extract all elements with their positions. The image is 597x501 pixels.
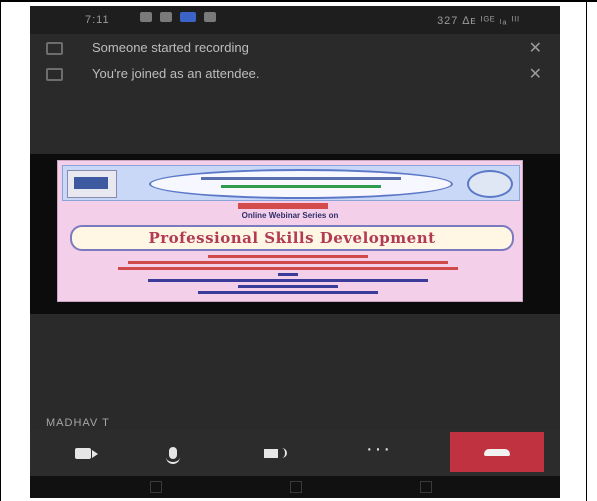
partner-logo [467, 170, 513, 198]
status-indicators: 327 ∆ᴇ ᴵᴳᴱ ₗₐ ᴵᴵᴵ [437, 15, 520, 27]
home-icon[interactable] [290, 481, 302, 493]
slide-title: Professional Skills Development [148, 229, 436, 247]
shared-content-video[interactable]: Online Webinar Series on Professional Sk… [30, 154, 560, 314]
microphone-button[interactable] [138, 436, 208, 470]
notification-recording: Someone started recording ✕ [30, 36, 560, 60]
page-left-rule [0, 0, 1, 501]
institution-logo [67, 170, 117, 198]
mail-icon [204, 12, 216, 22]
end-call-button[interactable] [450, 432, 544, 472]
whatsapp-icon [140, 12, 152, 22]
slide-header [62, 165, 520, 201]
close-icon[interactable]: ✕ [529, 38, 542, 58]
message-icon [160, 12, 172, 22]
notification-text: You're joined as an attendee. [92, 66, 260, 81]
slide-text-line [278, 273, 298, 276]
status-bar: 7:11 327 ∆ᴇ ᴵᴳᴱ ₗₐ ᴵᴵᴵ [30, 6, 560, 34]
call-toolbar: ··· [30, 430, 560, 476]
app-icon [180, 12, 196, 22]
slide-text-line [118, 267, 458, 270]
slide-series-line: Online Webinar Series on [241, 211, 339, 220]
slide-title-box: Professional Skills Development [70, 225, 514, 251]
notification-text: Someone started recording [92, 40, 249, 55]
slide-banner [149, 169, 453, 199]
slide-text-line [238, 285, 338, 288]
status-time: 7:11 [85, 14, 110, 26]
system-nav-bar [30, 476, 560, 498]
close-icon[interactable]: ✕ [529, 64, 542, 84]
more-options-icon: ··· [366, 438, 392, 460]
slide-text-line [128, 261, 448, 264]
record-icon [46, 42, 63, 55]
microphone-icon [166, 447, 180, 464]
notification-attendee: You're joined as an attendee. ✕ [30, 62, 560, 86]
page-right-rule [586, 0, 587, 501]
more-options-button[interactable]: ··· [344, 436, 414, 470]
slide-tag [238, 203, 328, 209]
camera-icon [75, 447, 98, 459]
status-icons [140, 12, 216, 22]
slide-text-line [198, 291, 378, 294]
presentation-slide: Online Webinar Series on Professional Sk… [57, 160, 523, 302]
speaker-button[interactable] [240, 436, 310, 470]
slide-text-line [208, 255, 368, 258]
active-speaker-name: MADHAV T [46, 417, 110, 429]
speaker-icon [263, 448, 287, 458]
recent-apps-icon[interactable] [150, 481, 162, 493]
camera-button[interactable] [48, 436, 118, 470]
meeting-screen: 7:11 327 ∆ᴇ ᴵᴳᴱ ₗₐ ᴵᴵᴵ Someone started r… [30, 6, 560, 476]
info-icon [46, 68, 63, 81]
slide-text-line [148, 279, 428, 282]
page-top-rule [0, 0, 597, 2]
hang-up-icon [484, 448, 510, 456]
back-icon[interactable] [420, 481, 432, 493]
